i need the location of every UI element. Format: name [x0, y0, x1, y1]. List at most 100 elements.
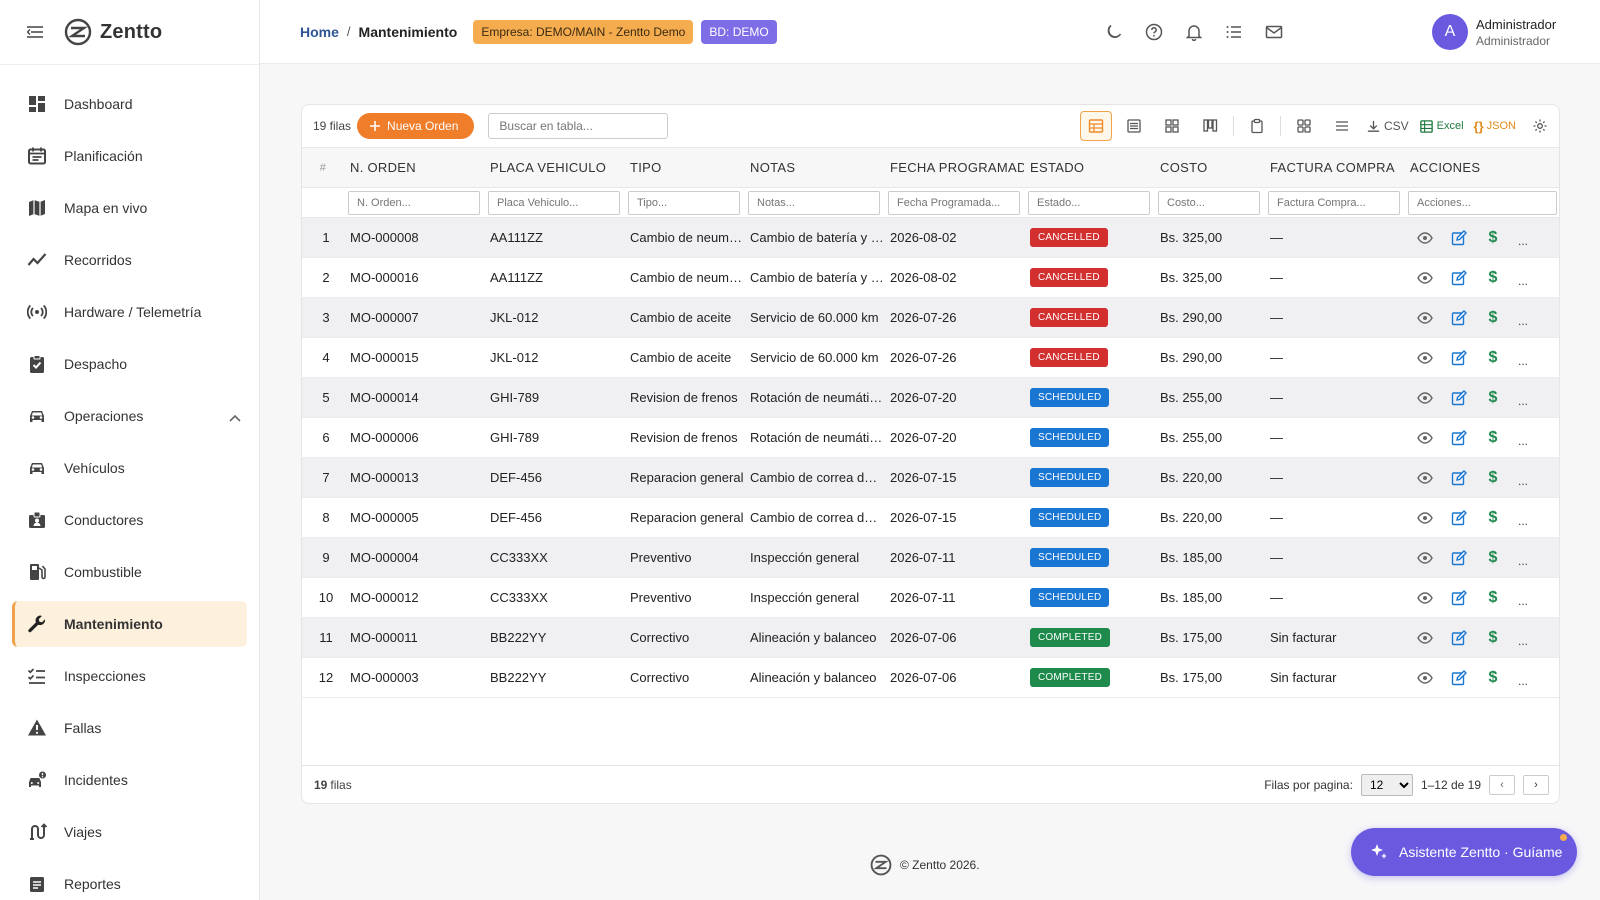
- table-view-icon[interactable]: [1079, 111, 1112, 141]
- edit-icon[interactable]: [1450, 429, 1468, 447]
- table-row[interactable]: 1MO-000008AA111ZZCambio de neumáticosCam…: [302, 217, 1559, 258]
- dollar-invoice-icon[interactable]: $: [1484, 309, 1502, 327]
- help-icon[interactable]: [1144, 22, 1164, 42]
- more-options-icon[interactable]: ...: [1518, 269, 1528, 288]
- view-eye-icon[interactable]: [1416, 629, 1434, 647]
- sidebar-item-mantenimiento[interactable]: Mantenimiento: [12, 601, 247, 647]
- user-menu[interactable]: A Administrador Administrador: [1432, 14, 1556, 50]
- dollar-invoice-icon[interactable]: $: [1484, 629, 1502, 647]
- table-row[interactable]: 9 MO-000004 CC333XX Preventivo Inspección ge…: [302, 537, 1559, 578]
- previous-page-button[interactable]: ‹: [1489, 775, 1515, 795]
- view-eye-icon[interactable]: [1416, 429, 1434, 447]
- column-header[interactable]: COSTO: [1154, 147, 1264, 188]
- kanban-view-icon[interactable]: [1194, 111, 1226, 141]
- view-eye-icon[interactable]: [1416, 269, 1434, 287]
- new-order-button[interactable]: Nueva Orden: [357, 113, 475, 139]
- column-filter-input[interactable]: [1268, 190, 1400, 215]
- more-options-icon[interactable]: ...: [1518, 509, 1528, 528]
- column-filter-input[interactable]: [348, 190, 480, 215]
- more-options-icon[interactable]: ...: [1518, 309, 1528, 328]
- view-eye-icon[interactable]: [1416, 349, 1434, 367]
- rows-per-page-select[interactable]: 12: [1360, 774, 1413, 796]
- task-list-icon[interactable]: [1224, 22, 1244, 42]
- view-eye-icon[interactable]: [1416, 549, 1434, 567]
- dollar-invoice-icon[interactable]: $: [1484, 509, 1502, 527]
- clipboard-copy-icon[interactable]: [1241, 111, 1273, 141]
- column-header[interactable]: ACCIONES: [1404, 147, 1559, 188]
- sidebar-item-recorridos[interactable]: Recorridos: [12, 237, 247, 283]
- edit-icon[interactable]: [1450, 629, 1468, 647]
- dollar-invoice-icon[interactable]: $: [1484, 589, 1502, 607]
- more-options-icon[interactable]: ...: [1518, 549, 1528, 568]
- column-filter-input[interactable]: [628, 190, 740, 215]
- mail-icon[interactable]: [1264, 22, 1284, 42]
- table-row[interactable]: 3 MO-000007 JKL-012 Cambio de aceite Servici…: [302, 297, 1559, 338]
- sidebar-item-despacho[interactable]: Despacho: [12, 341, 247, 387]
- sidebar-item-reportes[interactable]: Reportes: [12, 861, 247, 900]
- avatar[interactable]: A: [1432, 14, 1468, 50]
- column-filter-input[interactable]: [488, 190, 620, 215]
- dollar-invoice-icon[interactable]: $: [1484, 469, 1502, 487]
- dollar-invoice-icon[interactable]: $: [1484, 269, 1502, 287]
- assistant-button[interactable]: Asistente Zentto · Guíame: [1351, 828, 1577, 876]
- list-view-icon[interactable]: [1118, 111, 1150, 141]
- column-filter-input[interactable]: [1028, 190, 1150, 215]
- table-row[interactable]: 12 MO-000003 BB222YY Correctivo Alineación y…: [302, 657, 1559, 698]
- more-options-icon[interactable]: ...: [1518, 389, 1528, 408]
- more-options-icon[interactable]: ...: [1518, 629, 1528, 648]
- settings-gear-icon[interactable]: [1524, 111, 1556, 141]
- dollar-invoice-icon[interactable]: $: [1484, 389, 1502, 407]
- table-row[interactable]: 5 MO-000014 GHI-789 Revision de frenos Rotac…: [302, 377, 1559, 418]
- dollar-invoice-icon[interactable]: $: [1484, 549, 1502, 567]
- sidebar-item-hardware-telemetria[interactable]: Hardware / Telemetría: [12, 289, 247, 335]
- column-header[interactable]: N. ORDEN: [344, 147, 484, 188]
- view-eye-icon[interactable]: [1416, 229, 1434, 247]
- notifications-bell-icon[interactable]: [1184, 22, 1204, 42]
- collapse-menu-icon[interactable]: [26, 23, 44, 41]
- column-filter-input[interactable]: [748, 190, 880, 215]
- sidebar-item-planificacion[interactable]: Planificación: [12, 133, 247, 179]
- column-header[interactable]: FACTURA COMPRA: [1264, 147, 1404, 188]
- edit-icon[interactable]: [1450, 669, 1468, 687]
- column-header[interactable]: #: [302, 147, 344, 188]
- edit-icon[interactable]: [1450, 349, 1468, 367]
- grid-view-icon[interactable]: [1156, 111, 1188, 141]
- excel-export-button[interactable]: Excel: [1417, 111, 1466, 141]
- column-filter-input[interactable]: [888, 190, 1020, 215]
- edit-icon[interactable]: [1450, 389, 1468, 407]
- dollar-invoice-icon[interactable]: $: [1484, 349, 1502, 367]
- sidebar-item-vehiculos[interactable]: Vehículos: [12, 445, 247, 491]
- view-eye-icon[interactable]: [1416, 469, 1434, 487]
- more-options-icon[interactable]: ...: [1518, 669, 1528, 688]
- json-export-button[interactable]: {} JSON: [1472, 111, 1518, 141]
- table-row[interactable]: 10 MO-000012 CC333XX Preventivo Inspección g…: [302, 577, 1559, 618]
- more-options-icon[interactable]: ...: [1518, 229, 1528, 248]
- density-icon[interactable]: [1326, 111, 1358, 141]
- table-row[interactable]: 6 MO-000006 GHI-789 Revision de frenos Rotac…: [302, 417, 1559, 458]
- sidebar-item-operaciones[interactable]: Operaciones: [12, 393, 247, 439]
- view-eye-icon[interactable]: [1416, 589, 1434, 607]
- dark-mode-icon[interactable]: [1104, 22, 1124, 42]
- edit-icon[interactable]: [1450, 549, 1468, 567]
- sidebar-item-inspecciones[interactable]: Inspecciones: [12, 653, 247, 699]
- table-row[interactable]: 2MO-000016AA111ZZCambio de neumáticosCam…: [302, 257, 1559, 298]
- sidebar-item-viajes[interactable]: Viajes: [12, 809, 247, 855]
- more-options-icon[interactable]: ...: [1518, 469, 1528, 488]
- table-row[interactable]: 11 MO-000011 BB222YY Correctivo Alineación y…: [302, 617, 1559, 658]
- column-header[interactable]: ESTADO: [1024, 147, 1154, 188]
- sidebar-item-mapa-en-vivo[interactable]: Mapa en vivo: [12, 185, 247, 231]
- csv-export-button[interactable]: CSV: [1364, 111, 1411, 141]
- more-options-icon[interactable]: ...: [1518, 349, 1528, 368]
- view-eye-icon[interactable]: [1416, 389, 1434, 407]
- column-filter-input[interactable]: [1408, 190, 1557, 215]
- column-header[interactable]: FECHA PROGRAMADA: [884, 147, 1024, 188]
- dollar-invoice-icon[interactable]: $: [1484, 429, 1502, 447]
- view-eye-icon[interactable]: [1416, 309, 1434, 327]
- next-page-button[interactable]: ›: [1523, 775, 1549, 795]
- breadcrumb-home[interactable]: Home: [300, 24, 339, 40]
- sidebar-item-conductores[interactable]: Conductores: [12, 497, 247, 543]
- edit-icon[interactable]: [1450, 269, 1468, 287]
- sidebar-item-dashboard[interactable]: Dashboard: [12, 81, 247, 127]
- sidebar-item-fallas[interactable]: Fallas: [12, 705, 247, 751]
- column-header[interactable]: TIPO: [624, 147, 744, 188]
